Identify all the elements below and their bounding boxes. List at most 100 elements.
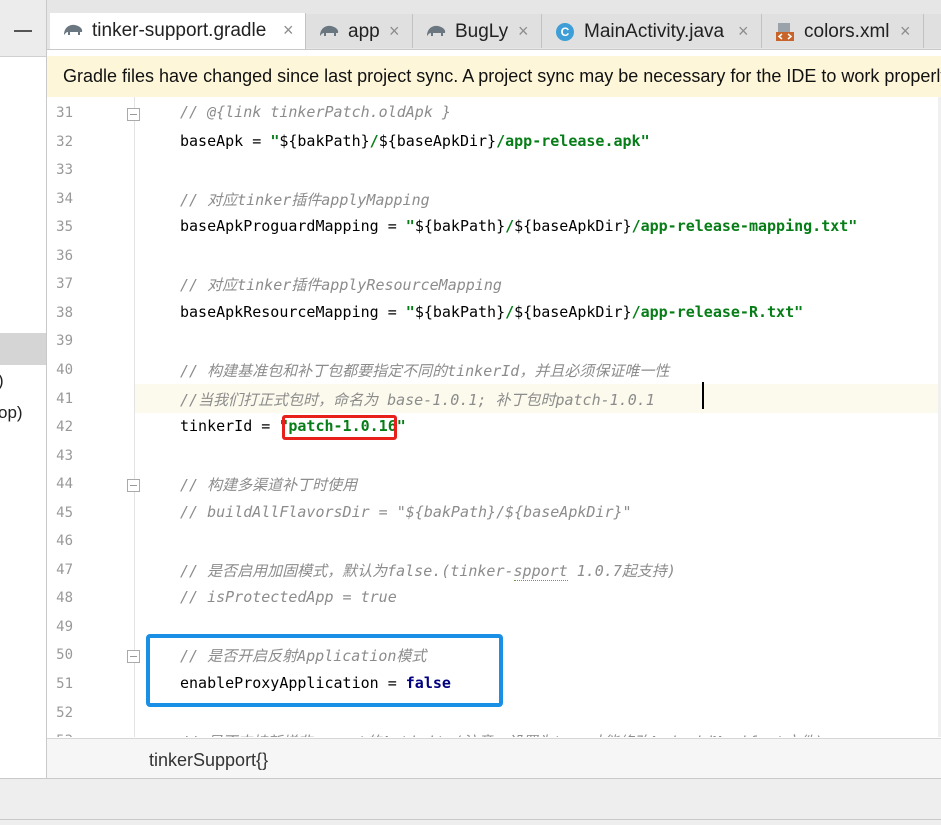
project-tree-selected-row[interactable] xyxy=(0,333,46,365)
code-token: / xyxy=(369,131,379,150)
tab-close-icon[interactable]: × xyxy=(738,21,749,42)
line-number: 39 xyxy=(56,333,73,350)
code-text: // isProtectedApp = true xyxy=(180,588,397,606)
code-line[interactable]: 44 // 构建多渠道补丁时使用 xyxy=(47,470,941,499)
tab-mainactivity-java[interactable]: C MainActivity.java × xyxy=(542,14,762,48)
line-number: 38 xyxy=(56,304,73,321)
line-number: 44 xyxy=(56,476,73,493)
code-token: /app-release-R.txt" xyxy=(631,302,804,321)
code-text: // @{link tinkerPatch.oldApk } xyxy=(180,103,451,121)
code-token: ${baseApkDir} xyxy=(514,217,632,236)
tab-label: tinker-support.gradle xyxy=(92,20,267,41)
breadcrumb-item[interactable]: tinkerSupport{} xyxy=(149,750,268,771)
code-token: // 构建多渠道补丁时使用 xyxy=(180,476,358,495)
divider xyxy=(0,819,941,820)
tab-close-icon[interactable]: × xyxy=(900,21,911,42)
code-line[interactable]: 35 baseApkProguardMapping = "${bakPath}/$… xyxy=(47,213,941,242)
code-token: // isProtectedApp = true xyxy=(180,588,397,607)
code-line[interactable]: 53 // 是否支持新增非export的Activity(注意：设置为true才能… xyxy=(47,727,941,737)
code-text: // buildAllFlavorsDir = "${bakPath}/${ba… xyxy=(180,503,632,521)
gradle-elephant-icon xyxy=(320,25,339,36)
code-line[interactable]: 42 tinkerId = "patch-1.0.16" xyxy=(47,413,941,442)
line-number: 53 xyxy=(47,733,73,737)
code-line[interactable]: 39 xyxy=(47,327,941,356)
fold-marker-icon[interactable] xyxy=(127,108,140,121)
tab-close-icon[interactable]: × xyxy=(283,20,294,41)
code-line[interactable]: 45 // buildAllFlavorsDir = "${bakPath}/${… xyxy=(47,499,941,528)
project-panel-header xyxy=(0,0,46,57)
gradle-elephant-icon xyxy=(64,24,83,35)
code-token: // 是否支持新增非export的Activity(注意：设置为true才能修改… xyxy=(180,733,823,737)
tab-close-icon[interactable]: × xyxy=(389,21,400,42)
code-line[interactable]: 31 // @{link tinkerPatch.oldApk } xyxy=(47,99,941,128)
tab-bugly[interactable]: BugLy × xyxy=(413,14,542,48)
gradle-sync-notification: Gradle files have changed since last pro… xyxy=(47,56,941,98)
minimize-icon[interactable] xyxy=(14,30,32,32)
text-caret xyxy=(702,382,704,409)
project-tree-item-fragment[interactable]: op) xyxy=(0,403,23,423)
code-token: /app-release-mapping.txt" xyxy=(631,217,858,236)
tab-tinker-support-gradle[interactable]: tinker-support.gradle × xyxy=(50,13,306,49)
tab-colors-xml[interactable]: colors.xml × xyxy=(762,14,924,48)
tab-overflow[interactable] xyxy=(924,14,941,48)
code-token: ${baseApkDir} xyxy=(514,302,632,321)
code-token: // 对应tinker插件applyResourceMapping xyxy=(180,276,502,295)
tab-app[interactable]: app × xyxy=(306,14,413,48)
tab-label: BugLy xyxy=(455,21,509,42)
line-number: 33 xyxy=(56,162,73,179)
line-number: 35 xyxy=(56,219,73,236)
line-number: 48 xyxy=(56,590,73,607)
code-token: /app-release.apk" xyxy=(496,131,650,150)
code-token: / xyxy=(505,302,515,321)
line-number: 36 xyxy=(56,247,73,264)
code-line[interactable]: 48 // isProtectedApp = true xyxy=(47,584,941,613)
code-token: // 构建基准包和补丁包都要指定不同的tinkerId，并且必须保证唯一性 xyxy=(180,361,670,380)
code-token: 1.0.7起支持) xyxy=(567,561,676,580)
code-token: //当我们打正式包时，命名为 base-1.0.1; 补丁包时patch-1.0… xyxy=(180,390,655,409)
line-number: 31 xyxy=(56,105,73,121)
tab-label: MainActivity.java xyxy=(584,21,725,42)
code-line[interactable]: 36 xyxy=(47,242,941,271)
tab-close-icon[interactable]: × xyxy=(518,21,529,42)
tab-label: app xyxy=(348,21,380,42)
line-number: 50 xyxy=(56,647,73,664)
line-number: 46 xyxy=(56,533,73,550)
code-token: ${bakPath} xyxy=(414,302,506,321)
annotation-blue-highlight-box xyxy=(146,634,503,707)
line-number: 41 xyxy=(56,390,73,407)
xml-file-icon xyxy=(776,23,794,41)
code-line[interactable]: 37 // 对应tinker插件applyResourceMapping xyxy=(47,270,941,299)
code-text: // 构建基准包和补丁包都要指定不同的tinkerId，并且必须保证唯一性 xyxy=(180,360,669,381)
code-line[interactable]: 40 // 构建基准包和补丁包都要指定不同的tinkerId，并且必须保证唯一性 xyxy=(47,356,941,385)
code-line[interactable]: 34 // 对应tinker插件applyMapping xyxy=(47,185,941,214)
code-token: ${baseApkDir} xyxy=(378,131,497,150)
code-token: spport xyxy=(513,561,568,581)
line-number: 40 xyxy=(56,361,73,378)
code-text: // 是否支持新增非export的Activity(注意：设置为true才能修改… xyxy=(180,731,823,737)
code-text: // 构建多渠道补丁时使用 xyxy=(180,474,357,495)
code-line[interactable]: 38 baseApkResourceMapping = "${bakPath}/$… xyxy=(47,299,941,328)
code-text: //当我们打正式包时，命名为 base-1.0.1; 补丁包时patch-1.0… xyxy=(180,389,655,410)
fold-marker-icon[interactable] xyxy=(127,650,140,663)
code-line[interactable]: 41 //当我们打正式包时，命名为 base-1.0.1; 补丁包时patch-1… xyxy=(47,385,941,414)
code-line[interactable]: 33 xyxy=(47,156,941,185)
line-number: 34 xyxy=(56,190,73,207)
line-number: 47 xyxy=(56,561,73,578)
code-token: // buildAllFlavorsDir = "${bakPath}/${ba… xyxy=(180,502,632,521)
line-number: 49 xyxy=(56,618,73,635)
line-number: 45 xyxy=(56,504,73,521)
line-number: 51 xyxy=(56,676,73,692)
code-line[interactable]: 43 xyxy=(47,442,941,471)
project-tree-item-fragment[interactable]: ) xyxy=(0,371,4,391)
fold-marker-icon[interactable] xyxy=(127,479,140,492)
code-text: baseApk = "${bakPath}/${baseApkDir}/app-… xyxy=(180,132,650,150)
code-line[interactable]: 46 xyxy=(47,527,941,556)
code-token: // 对应tinker插件applyMapping xyxy=(180,190,430,209)
code-line[interactable]: 47 // 是否启用加固模式，默认为false.(tinker-spport 1.… xyxy=(47,556,941,585)
line-number: 43 xyxy=(56,447,73,464)
code-editor[interactable]: 31 // @{link tinkerPatch.oldApk } 32 baseAp… xyxy=(47,97,941,737)
code-line[interactable]: 32 baseApk = "${bakPath}/${baseApkDir}/ap… xyxy=(47,128,941,157)
code-token: " xyxy=(270,131,280,150)
tab-label: colors.xml xyxy=(804,21,890,42)
code-text: // 是否启用加固模式，默认为false.(tinker-spport 1.0.… xyxy=(180,560,676,581)
